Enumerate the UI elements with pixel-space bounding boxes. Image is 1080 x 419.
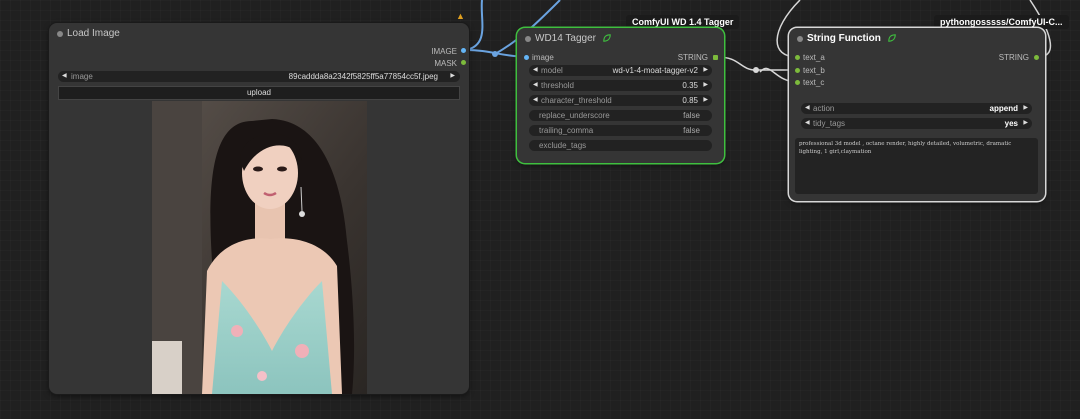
- trailing-comma-label: trailing_comma: [539, 126, 594, 135]
- collapse-dot-icon[interactable]: [797, 36, 803, 42]
- string-function-title-bar[interactable]: String Function: [789, 28, 1045, 50]
- replace-underscore-toggle[interactable]: replace_underscore false: [529, 110, 712, 121]
- text-a-input-slot[interactable]: [795, 55, 800, 60]
- model-widget[interactable]: ◀ model wd-v1-4-moat-tagger-v2 ▶: [529, 65, 712, 76]
- text-c-label: text_c: [803, 78, 825, 87]
- tidy-tags-value: yes: [1004, 119, 1018, 128]
- arrow-right-icon[interactable]: ▶: [703, 65, 708, 76]
- collapse-dot-icon[interactable]: [525, 36, 531, 42]
- character-threshold-value: 0.85: [682, 96, 698, 105]
- string-function-pack-badge: pythongosssss/ComfyUI-C...: [934, 15, 1069, 29]
- trailing-comma-toggle[interactable]: trailing_comma false: [529, 125, 712, 136]
- load-image-title: Load Image: [67, 28, 120, 39]
- arrow-left-icon[interactable]: ◀: [62, 71, 67, 82]
- image-preview: [152, 101, 367, 394]
- leaf-icon: [602, 34, 611, 42]
- string-function-node[interactable]: String Function text_a text_b text_c STR…: [789, 28, 1045, 201]
- arrow-right-icon[interactable]: ▶: [703, 80, 708, 91]
- replace-underscore-label: replace_underscore: [539, 111, 610, 120]
- text-c-input-slot[interactable]: [795, 80, 800, 85]
- leaf-icon: [887, 34, 896, 42]
- image-select-widget[interactable]: ◀ image 89caddda8a2342f5825ff5a77854cc5f…: [58, 71, 460, 82]
- upload-button[interactable]: upload: [58, 86, 460, 100]
- string-output-slot[interactable]: [1034, 55, 1039, 60]
- load-image-node[interactable]: Load Image IMAGE MASK ◀ image 89caddda8a…: [49, 23, 469, 394]
- replace-underscore-value: false: [683, 111, 700, 120]
- wd14-pack-badge: ComfyUI WD 1.4 Tagger: [626, 15, 740, 29]
- string-output-slot[interactable]: [713, 55, 718, 60]
- exclude-tags-field[interactable]: exclude_tags: [529, 140, 712, 151]
- threshold-label: threshold: [541, 81, 574, 90]
- text-preview-content: professional 3d model , octane render, h…: [799, 141, 1012, 155]
- image-input-label: image: [532, 53, 554, 62]
- image-output-label: IMAGE: [431, 47, 457, 56]
- arrow-left-icon[interactable]: ◀: [533, 95, 538, 106]
- arrow-left-icon[interactable]: ◀: [805, 118, 810, 129]
- arrow-right-icon[interactable]: ▶: [1023, 118, 1028, 129]
- text-b-input-slot[interactable]: [795, 68, 800, 73]
- action-label: action: [813, 104, 835, 113]
- wd14-tagger-node[interactable]: WD14 Tagger image STRING ◀ model wd-v1-4…: [517, 28, 724, 163]
- threshold-widget[interactable]: ◀ threshold 0.35 ▶: [529, 80, 712, 91]
- trailing-comma-value: false: [683, 126, 700, 135]
- model-label: model: [541, 66, 563, 75]
- image-input-slot[interactable]: [524, 55, 529, 60]
- arrow-left-icon[interactable]: ◀: [533, 80, 538, 91]
- image-widget-label: image: [71, 72, 93, 81]
- exclude-tags-label: exclude_tags: [539, 141, 587, 150]
- load-image-title-bar[interactable]: Load Image: [49, 23, 469, 45]
- tidy-tags-label: tidy_tags: [813, 119, 846, 128]
- threshold-value: 0.35: [682, 81, 698, 90]
- string-output-label: STRING: [998, 53, 1029, 62]
- image-output-slot[interactable]: [461, 48, 466, 53]
- character-threshold-widget[interactable]: ◀ character_threshold 0.85 ▶: [529, 95, 712, 106]
- arrow-right-icon[interactable]: ▶: [450, 71, 455, 82]
- arrow-right-icon[interactable]: ▶: [703, 95, 708, 106]
- mask-output-slot[interactable]: [461, 60, 466, 65]
- action-value: append: [989, 104, 1018, 113]
- tidy-tags-widget[interactable]: ◀ tidy_tags yes ▶: [801, 118, 1032, 129]
- arrow-left-icon[interactable]: ◀: [805, 103, 810, 114]
- arrow-right-icon[interactable]: ▶: [1023, 103, 1028, 114]
- text-a-label: text_a: [803, 53, 825, 62]
- arrow-left-icon[interactable]: ◀: [533, 65, 538, 76]
- text-preview-box[interactable]: professional 3d model , octane render, h…: [795, 138, 1038, 194]
- string-function-title: String Function: [807, 33, 881, 44]
- action-widget[interactable]: ◀ action append ▶: [801, 103, 1032, 114]
- wd14-title-bar[interactable]: WD14 Tagger: [517, 28, 724, 50]
- image-widget-value: 89caddda8a2342f5825ff5a77854cc5f.jpeg: [288, 72, 438, 81]
- string-output-label: STRING: [677, 53, 708, 62]
- text-b-label: text_b: [803, 66, 825, 75]
- mask-output-label: MASK: [434, 59, 457, 68]
- wd14-title: WD14 Tagger: [535, 33, 596, 44]
- model-value: wd-v1-4-moat-tagger-v2: [612, 66, 698, 75]
- fox-icon: ▲: [456, 11, 465, 21]
- collapse-dot-icon[interactable]: [57, 31, 63, 37]
- character-threshold-label: character_threshold: [541, 96, 612, 105]
